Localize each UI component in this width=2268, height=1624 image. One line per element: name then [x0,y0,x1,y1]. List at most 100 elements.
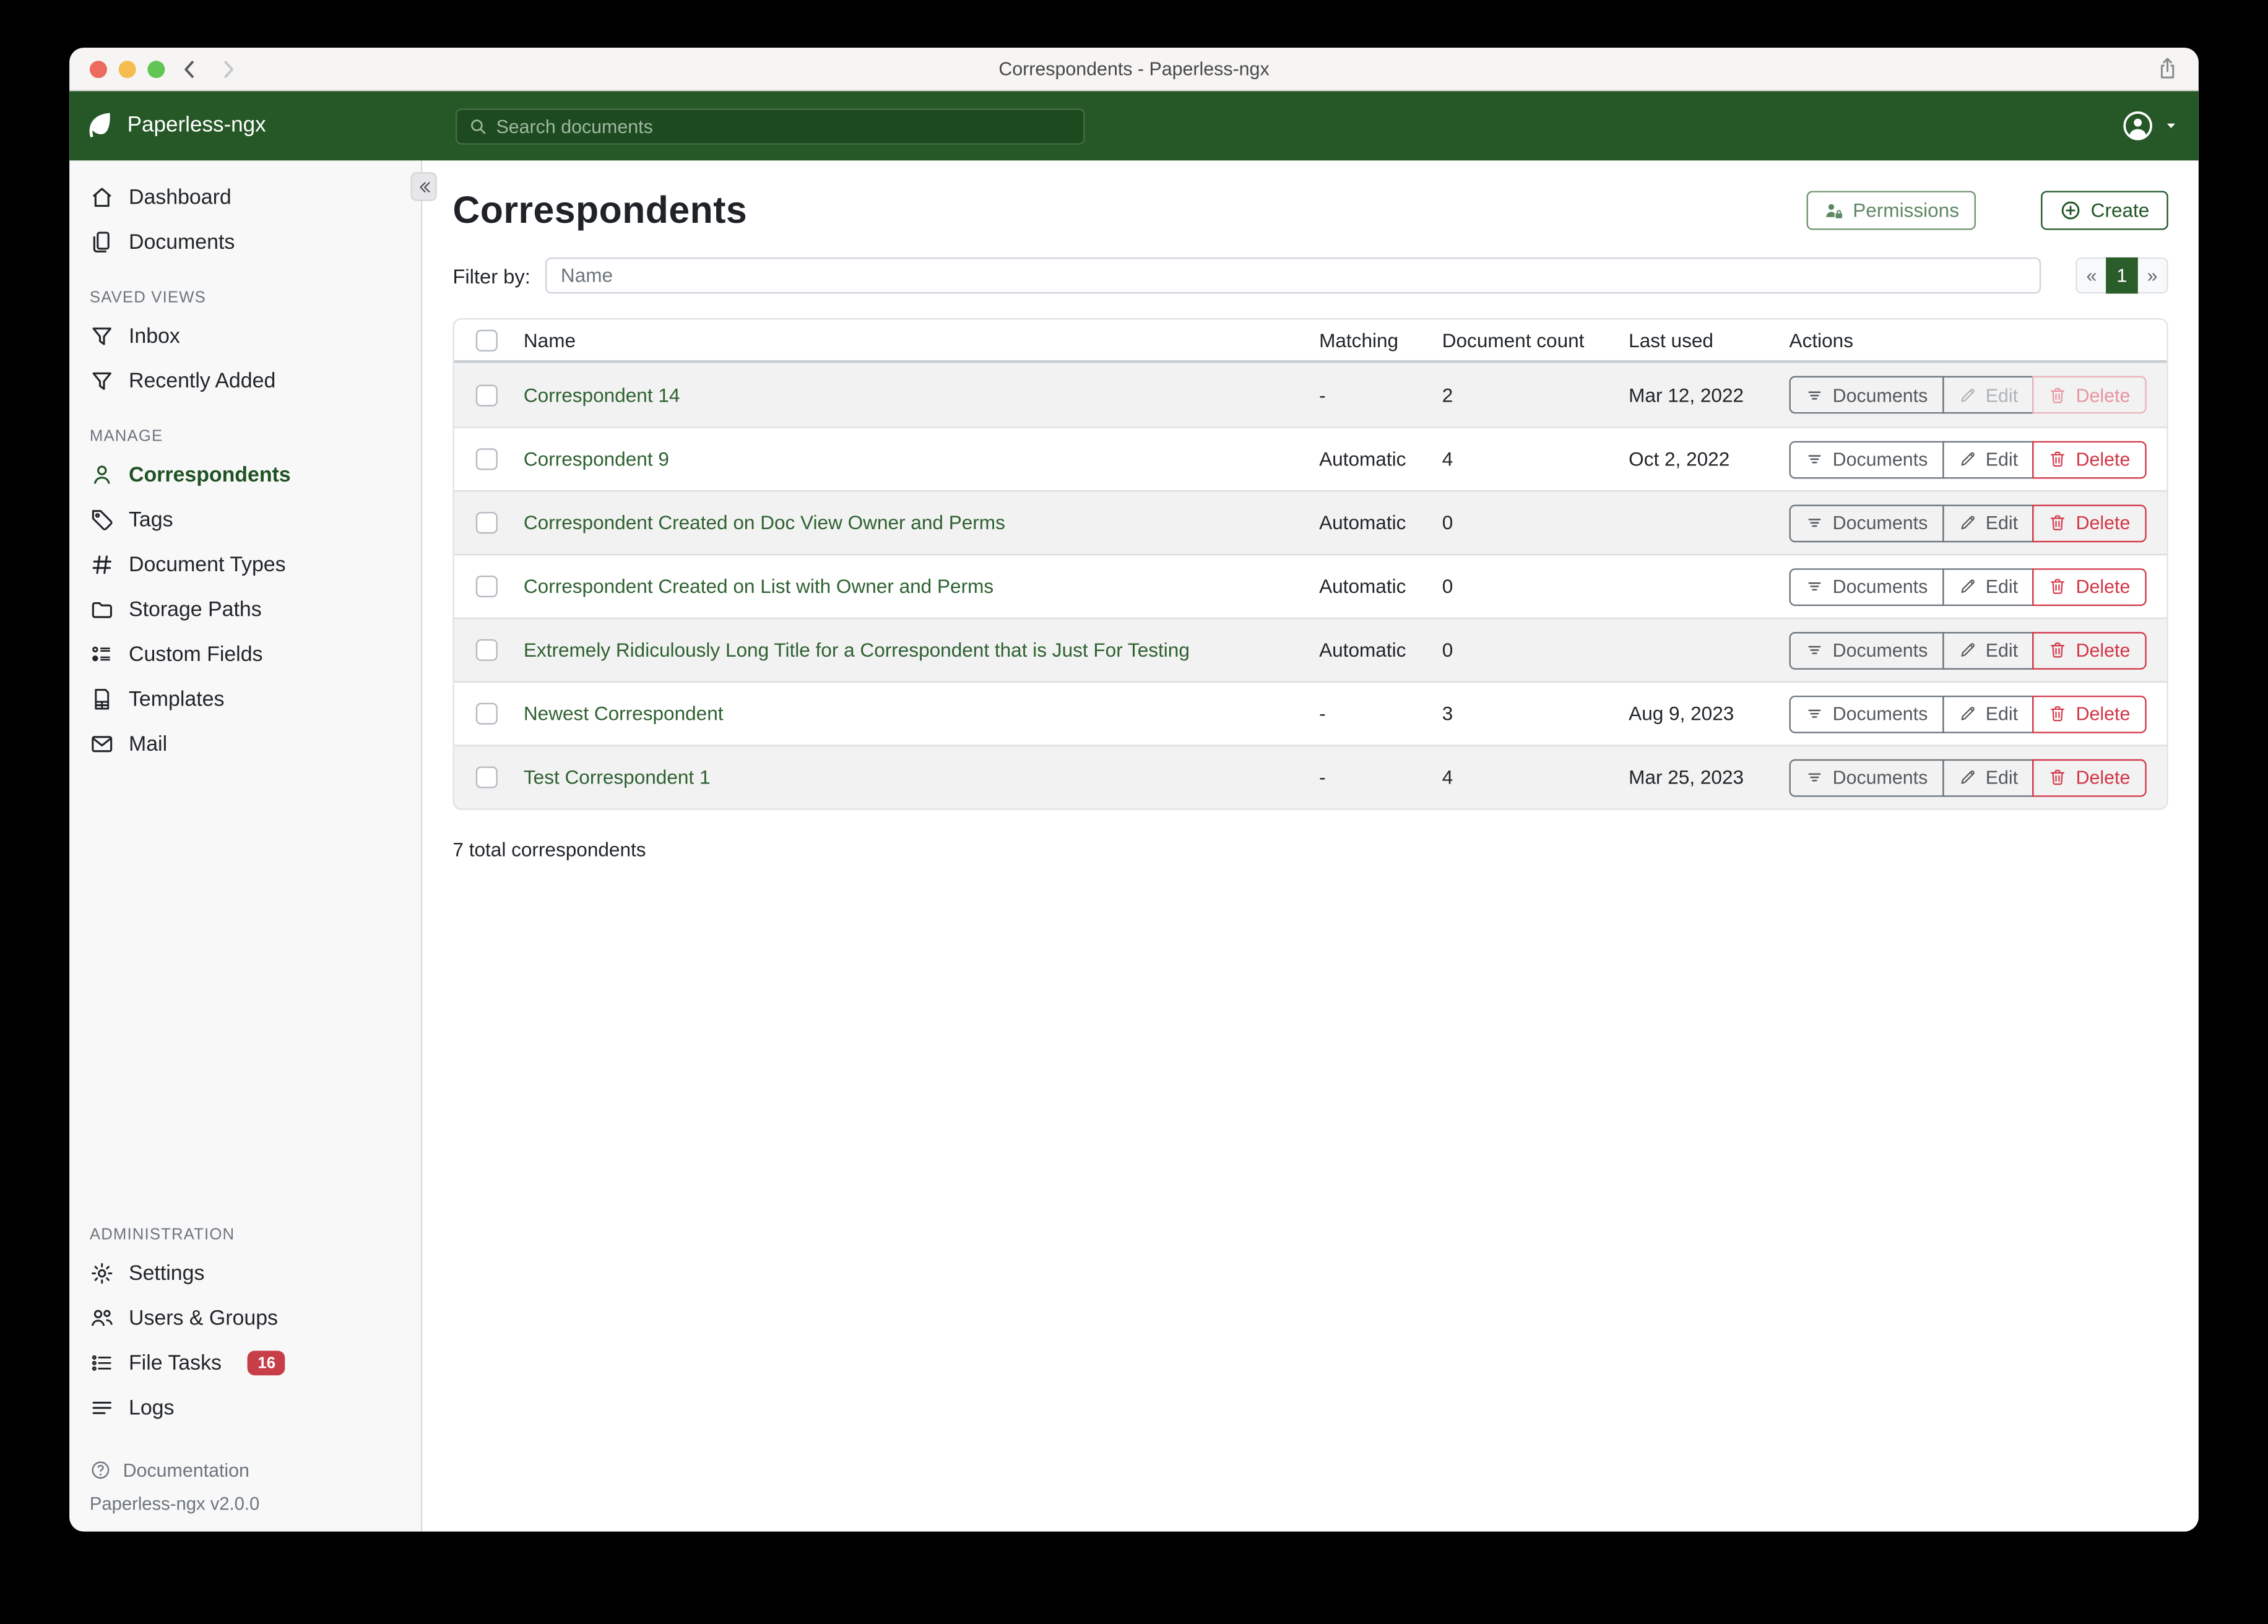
row-actions: DocumentsEditDelete [1790,568,2167,605]
sidebar-item-users-groups[interactable]: Users & Groups [69,1296,421,1341]
column-header-matching[interactable]: Matching [1319,329,1442,351]
row-checkbox[interactable] [476,512,498,533]
table-row: Correspondent 9Automatic4Oct 2, 2022Docu… [454,426,2167,490]
row-checkbox[interactable] [476,384,498,405]
sidebar-item-documents[interactable]: Documents [69,220,421,264]
sidebar-item-logs[interactable]: Logs [69,1386,421,1430]
gear-icon [90,1261,115,1286]
sidebar-section-label: SAVED VIEWS [90,289,421,306]
home-icon [90,185,115,210]
column-header-name[interactable]: Name [524,329,1319,351]
cell-document-count: 4 [1442,766,1629,788]
filter-name-input[interactable] [545,257,2041,293]
sidebar-item-label: Logs [129,1396,174,1419]
edit-button[interactable]: Edit [1942,631,2034,669]
correspondent-name-link[interactable]: Correspondent Created on Doc View Owner … [524,512,1319,533]
edit-button[interactable]: Edit [1942,695,2034,733]
row-checkbox[interactable] [476,639,498,661]
sidebar-item-label: Document Types [129,553,286,576]
permissions-button[interactable]: Permissions [1806,191,1976,230]
pagination: « 1 » [2075,257,2168,293]
cell-last-used: Aug 9, 2023 [1629,703,1789,725]
brand-name: Paperless-ngx [128,113,266,137]
sidebar-section-label: MANAGE [90,428,421,446]
sidebar-item-inbox[interactable]: Inbox [69,314,421,358]
edit-button[interactable]: Edit [1942,759,2034,797]
delete-button[interactable]: Delete [2032,631,2146,669]
trash-icon [2048,386,2067,404]
user-menu[interactable] [2122,110,2178,142]
sidebar-item-storage-paths[interactable]: Storage Paths [69,587,421,632]
edit-button[interactable]: Edit [1942,568,2034,605]
row-checkbox[interactable] [476,448,498,470]
sidebar-section-label: ADMINISTRATION [90,1227,421,1244]
delete-button[interactable]: Delete [2032,441,2146,478]
search-input[interactable] [496,116,1071,137]
documents-button[interactable]: Documents [1790,759,1944,797]
trash-icon [2048,577,2067,595]
correspondent-name-link[interactable]: Extremely Ridiculously Long Title for a … [524,639,1319,661]
correspondent-name-link[interactable]: Correspondent 14 [524,384,1319,405]
documents-button[interactable]: Documents [1790,504,1944,542]
filter-lines-icon [1805,386,1824,404]
sidebar-item-recently-added[interactable]: Recently Added [69,359,421,404]
cell-last-used: Oct 2, 2022 [1629,448,1789,470]
collapse-sidebar-button[interactable] [411,172,437,201]
documentation-link[interactable]: Documentation [69,1451,421,1488]
sidebar-item-settings[interactable]: Settings [69,1251,421,1295]
correspondent-name-link[interactable]: Test Correspondent 1 [524,766,1319,788]
current-page-button[interactable]: 1 [2106,257,2137,293]
trash-icon [2048,450,2067,469]
delete-button[interactable]: Delete [2032,759,2146,797]
prev-page-button[interactable]: « [2075,257,2107,293]
window-title: Correspondents - Paperless-ngx [69,48,2199,91]
delete-button[interactable]: Delete [2032,504,2146,542]
column-header-last-used[interactable]: Last used [1629,329,1789,351]
sidebar-item-file-tasks[interactable]: File Tasks16 [69,1341,421,1385]
sidebar-item-mail[interactable]: Mail [69,722,421,766]
filter-lines-icon [1805,768,1824,787]
correspondent-name-link[interactable]: Correspondent 9 [524,448,1319,470]
documents-button[interactable]: Documents [1790,441,1944,478]
sidebar-item-templates[interactable]: Templates [69,677,421,722]
pencil-icon [1958,641,1976,659]
row-checkbox[interactable] [476,703,498,725]
trash-icon [2048,514,2067,532]
edit-button[interactable]: Edit [1942,441,2034,478]
sidebar-item-correspondents[interactable]: Correspondents [69,452,421,497]
sidebar-item-dashboard[interactable]: Dashboard [69,175,421,220]
row-actions: DocumentsEditDelete [1790,504,2167,542]
correspondent-name-link[interactable]: Newest Correspondent [524,703,1319,725]
row-checkbox[interactable] [476,766,498,788]
sidebar-item-custom-fields[interactable]: Custom Fields [69,632,421,676]
sidebar-item-label: Settings [129,1262,204,1285]
select-all-checkbox[interactable] [476,329,498,351]
funnel-icon [90,324,115,348]
documents-button[interactable]: Documents [1790,568,1944,605]
documents-button[interactable]: Documents [1790,631,1944,669]
correspondent-name-link[interactable]: Correspondent Created on List with Owner… [524,576,1319,597]
row-checkbox[interactable] [476,576,498,597]
documents-button[interactable]: Documents [1790,376,1944,414]
delete-button[interactable]: Delete [2032,695,2146,733]
sidebar-spacer [69,766,421,1201]
share-button[interactable] [2155,56,2180,81]
edit-button[interactable]: Edit [1942,504,2034,542]
column-header-actions: Actions [1790,329,2167,351]
cell-matching: - [1319,703,1442,725]
cell-matching: Automatic [1319,512,1442,533]
create-button[interactable]: Create [2041,191,2168,230]
documents-button[interactable]: Documents [1790,695,1944,733]
plus-circle-icon [2061,199,2082,221]
sidebar-item-tags[interactable]: Tags [69,498,421,542]
table-body: Correspondent 14-2Mar 12, 2022DocumentsE… [454,363,2167,809]
person-icon [90,463,115,488]
column-header-document-count[interactable]: Document count [1442,329,1629,351]
pencil-icon [1958,704,1976,723]
delete-button[interactable]: Delete [2032,568,2146,605]
sidebar-item-document-types[interactable]: Document Types [69,542,421,587]
next-page-button[interactable]: » [2136,257,2168,293]
hash-icon [90,553,115,577]
table-row: Newest Correspondent-3Aug 9, 2023Documen… [454,681,2167,745]
file-icon [90,687,115,712]
